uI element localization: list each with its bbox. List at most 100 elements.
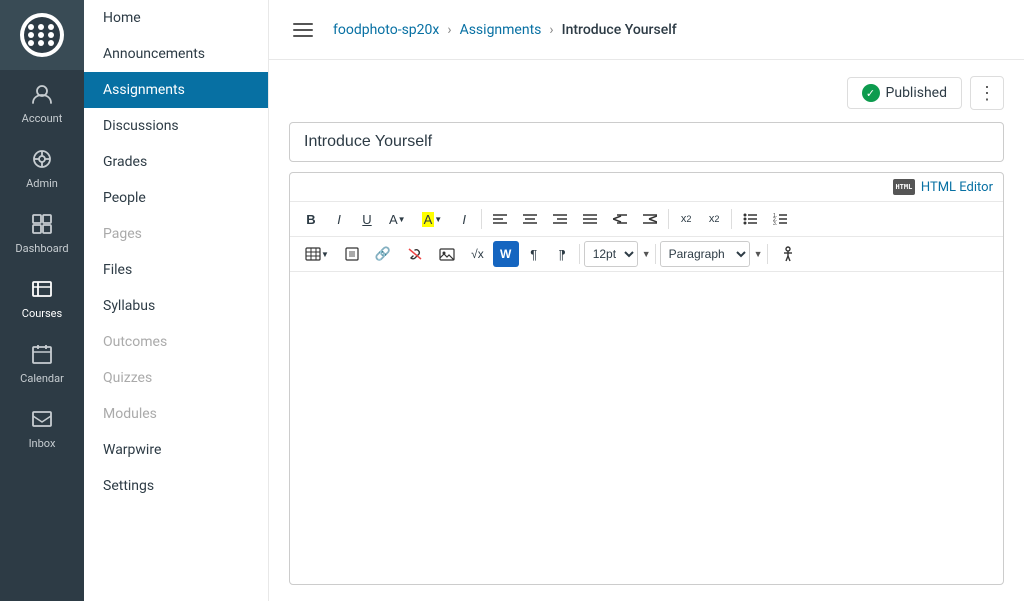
editor-top-bar: HTML HTML Editor	[290, 173, 1003, 202]
main-content: foodphoto-sp20x › Assignments › Introduc…	[269, 0, 1024, 601]
image-button[interactable]	[432, 241, 462, 267]
course-navigation: Home Announcements Assignments Discussio…	[84, 0, 269, 601]
hamburger-line-3	[293, 35, 313, 37]
unlink-button[interactable]	[400, 241, 430, 267]
nav-syllabus[interactable]: Syllabus	[84, 288, 268, 324]
published-label: Published	[886, 85, 947, 101]
html-editor-link[interactable]: HTML HTML Editor	[893, 179, 993, 195]
toolbar-sep-3	[731, 209, 732, 229]
paragraph-marks-button[interactable]: ¶	[521, 241, 547, 267]
inbox-icon	[28, 405, 56, 433]
sidebar-item-dashboard[interactable]: Dashboard	[0, 200, 84, 265]
published-check-icon: ✓	[862, 84, 880, 102]
svg-text:3.: 3.	[773, 221, 777, 225]
font-color-label: A	[389, 212, 398, 227]
breadcrumb-section[interactable]: Assignments	[460, 22, 542, 38]
sidebar-admin-label: Admin	[26, 177, 58, 190]
nav-quizzes: Quizzes	[84, 360, 268, 396]
ordered-list-button[interactable]: 1.2.3.	[766, 206, 794, 232]
editor-content-area: ✓ Published ⋮ HTML HTML Editor B I U	[269, 60, 1024, 601]
align-left-button[interactable]	[486, 206, 514, 232]
nav-settings[interactable]: Settings	[84, 468, 268, 504]
toolbar-sep-5	[655, 244, 656, 264]
breadcrumb-sep-2: ›	[549, 22, 553, 38]
font-size-arrow: ▼	[642, 249, 651, 260]
published-badge: ✓ Published	[847, 77, 962, 109]
align-right-button[interactable]	[546, 206, 574, 232]
font-size-select[interactable]: 12pt 14pt 18pt	[584, 241, 638, 267]
rtl-marks-button[interactable]: ¶	[549, 241, 575, 267]
main-sidebar: Account Admin Dashboard	[0, 0, 84, 601]
sidebar-item-inbox[interactable]: Inbox	[0, 395, 84, 460]
indent-button[interactable]	[636, 206, 664, 232]
account-icon	[28, 80, 56, 108]
dashboard-icon	[28, 210, 56, 238]
bg-color-label: A	[422, 212, 435, 227]
breadcrumb-page: Introduce Yourself	[562, 22, 677, 38]
formula-button[interactable]: √x	[464, 241, 491, 267]
bold-button[interactable]: B	[298, 206, 324, 232]
word-button[interactable]: W	[493, 241, 519, 267]
paragraph-style-select[interactable]: Paragraph Heading 1 Heading 2	[660, 241, 750, 267]
breadcrumb-course[interactable]: foodphoto-sp20x	[333, 22, 439, 38]
unordered-list-button[interactable]	[736, 206, 764, 232]
courses-icon	[28, 275, 56, 303]
sidebar-item-calendar[interactable]: Calendar	[0, 330, 84, 395]
accessibility-button[interactable]	[772, 241, 804, 267]
sidebar-courses-label: Courses	[22, 307, 62, 320]
font-color-arrow: ▼	[398, 215, 406, 224]
nav-announcements[interactable]: Announcements	[84, 36, 268, 72]
hamburger-line-1	[293, 23, 313, 25]
toolbar-sep-6	[767, 244, 768, 264]
content-header: ✓ Published ⋮	[289, 76, 1004, 110]
html-icon: HTML	[893, 179, 915, 195]
toolbar-sep-2	[668, 209, 669, 229]
italic2-button[interactable]: I	[451, 206, 477, 232]
assignment-title-input[interactable]	[289, 122, 1004, 162]
link-button[interactable]: 🔗	[368, 241, 398, 267]
breadcrumb: foodphoto-sp20x › Assignments › Introduc…	[269, 0, 1024, 60]
align-justify-button[interactable]	[576, 206, 604, 232]
subscript-button[interactable]: x2	[701, 206, 727, 232]
nav-grades[interactable]: Grades	[84, 144, 268, 180]
app-logo[interactable]	[0, 0, 84, 70]
calendar-icon	[28, 340, 56, 368]
sidebar-item-account[interactable]: Account	[0, 70, 84, 135]
bg-color-arrow: ▼	[434, 215, 442, 224]
nav-assignments[interactable]: Assignments	[84, 72, 268, 108]
sidebar-account-label: Account	[22, 112, 63, 125]
align-center-button[interactable]	[516, 206, 544, 232]
editor-body[interactable]	[290, 272, 1003, 584]
sidebar-inbox-label: Inbox	[29, 437, 56, 450]
italic-button[interactable]: I	[326, 206, 352, 232]
hamburger-button[interactable]	[289, 19, 317, 41]
background-color-button[interactable]: A ▼	[415, 206, 450, 232]
font-color-button[interactable]: A ▼	[382, 206, 413, 232]
nav-discussions[interactable]: Discussions	[84, 108, 268, 144]
nav-modules: Modules	[84, 396, 268, 432]
admin-icon	[28, 145, 56, 173]
sidebar-dashboard-label: Dashboard	[15, 242, 68, 255]
breadcrumb-sep-1: ›	[447, 22, 451, 38]
table2-button[interactable]	[338, 241, 366, 267]
toolbar-row-1: B I U A ▼ A ▼ I	[290, 202, 1003, 237]
nav-files[interactable]: Files	[84, 252, 268, 288]
more-options-button[interactable]: ⋮	[970, 76, 1004, 110]
table-arrow: ▼	[321, 250, 329, 259]
rich-text-editor: HTML HTML Editor B I U A ▼ A ▼ I	[289, 172, 1004, 585]
outdent-button[interactable]	[606, 206, 634, 232]
toolbar-row-2: ▼ 🔗 √x W ¶ ¶ 12pt 14pt	[290, 237, 1003, 272]
sidebar-calendar-label: Calendar	[20, 372, 64, 385]
underline-button[interactable]: U	[354, 206, 380, 232]
table-button[interactable]: ▼	[298, 241, 336, 267]
nav-home[interactable]: Home	[84, 0, 268, 36]
sidebar-item-admin[interactable]: Admin	[0, 135, 84, 200]
html-editor-label: HTML Editor	[921, 180, 993, 195]
sidebar-item-courses[interactable]: Courses	[0, 265, 84, 330]
superscript-button[interactable]: x2	[673, 206, 699, 232]
hamburger-line-2	[293, 29, 313, 31]
toolbar-sep-4	[579, 244, 580, 264]
nav-pages: Pages	[84, 216, 268, 252]
nav-warpwire[interactable]: Warpwire	[84, 432, 268, 468]
nav-people[interactable]: People	[84, 180, 268, 216]
